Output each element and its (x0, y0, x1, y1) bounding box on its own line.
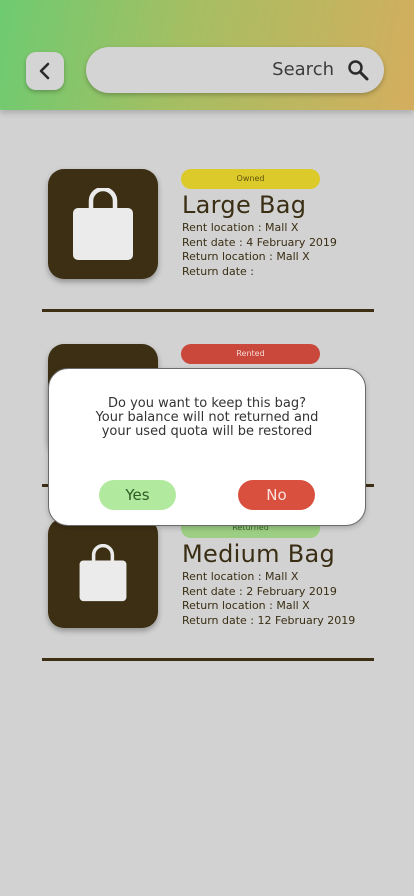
search-bar[interactable]: Search (86, 47, 384, 93)
return-date-label: Return date : (182, 613, 258, 627)
dialog-message: Do you want to keep this bag? Your balan… (59, 397, 355, 439)
search-input[interactable]: Search (272, 59, 334, 80)
shopping-bag-icon (73, 188, 133, 260)
no-button[interactable]: No (238, 480, 315, 510)
rent-date: Rent date : 2 February 2019 (182, 584, 337, 598)
status-badge: Owned (181, 169, 320, 189)
rent-date-value: 4 February 2019 (246, 235, 337, 249)
bag-title: Medium Bag (182, 540, 335, 568)
return-date: Return date : 12 February 2019 (182, 614, 355, 629)
return-location: Return location : Mall X (182, 250, 310, 263)
bag-title: Large Bag (182, 191, 307, 219)
bag-card[interactable]: Owned Large Bag Rent location : Mall X R… (48, 169, 378, 281)
status-badge: Rented (181, 344, 320, 364)
return-location: Return location : Mall X (182, 599, 310, 612)
search-icon[interactable] (347, 59, 369, 81)
rent-date-label: Rent date : (182, 235, 247, 249)
rent-location: Rent location : Mall X (182, 570, 299, 583)
return-date: Return date : (182, 264, 255, 278)
return-date-value: 12 February 2019 (257, 613, 356, 627)
chevron-left-icon (39, 62, 50, 80)
bag-details: Rent location : Mall X Rent date : 2 Feb… (182, 570, 355, 628)
dialog-line: Do you want to keep this bag? (107, 396, 307, 411)
divider (42, 309, 374, 312)
shopping-bag-icon (79, 544, 127, 602)
back-button[interactable] (26, 52, 64, 90)
bag-card[interactable]: Returned Medium Bag Rent location : Mall… (48, 518, 378, 630)
rent-date: Rent date : 4 February 2019 (182, 236, 337, 251)
bag-details: Rent location : Mall X Rent date : 4 Feb… (182, 221, 337, 279)
app-header: Search (0, 0, 414, 110)
dialog-line: your used quota will be restored (101, 424, 313, 439)
bag-tile (48, 518, 158, 628)
yes-button[interactable]: Yes (99, 480, 176, 510)
bag-tile (48, 169, 158, 279)
divider (42, 658, 374, 661)
rent-location: Rent location : Mall X (182, 221, 299, 234)
keep-bag-dialog: Do you want to keep this bag? Your balan… (48, 368, 366, 526)
dialog-line: Your balance will not returned and (95, 410, 319, 425)
